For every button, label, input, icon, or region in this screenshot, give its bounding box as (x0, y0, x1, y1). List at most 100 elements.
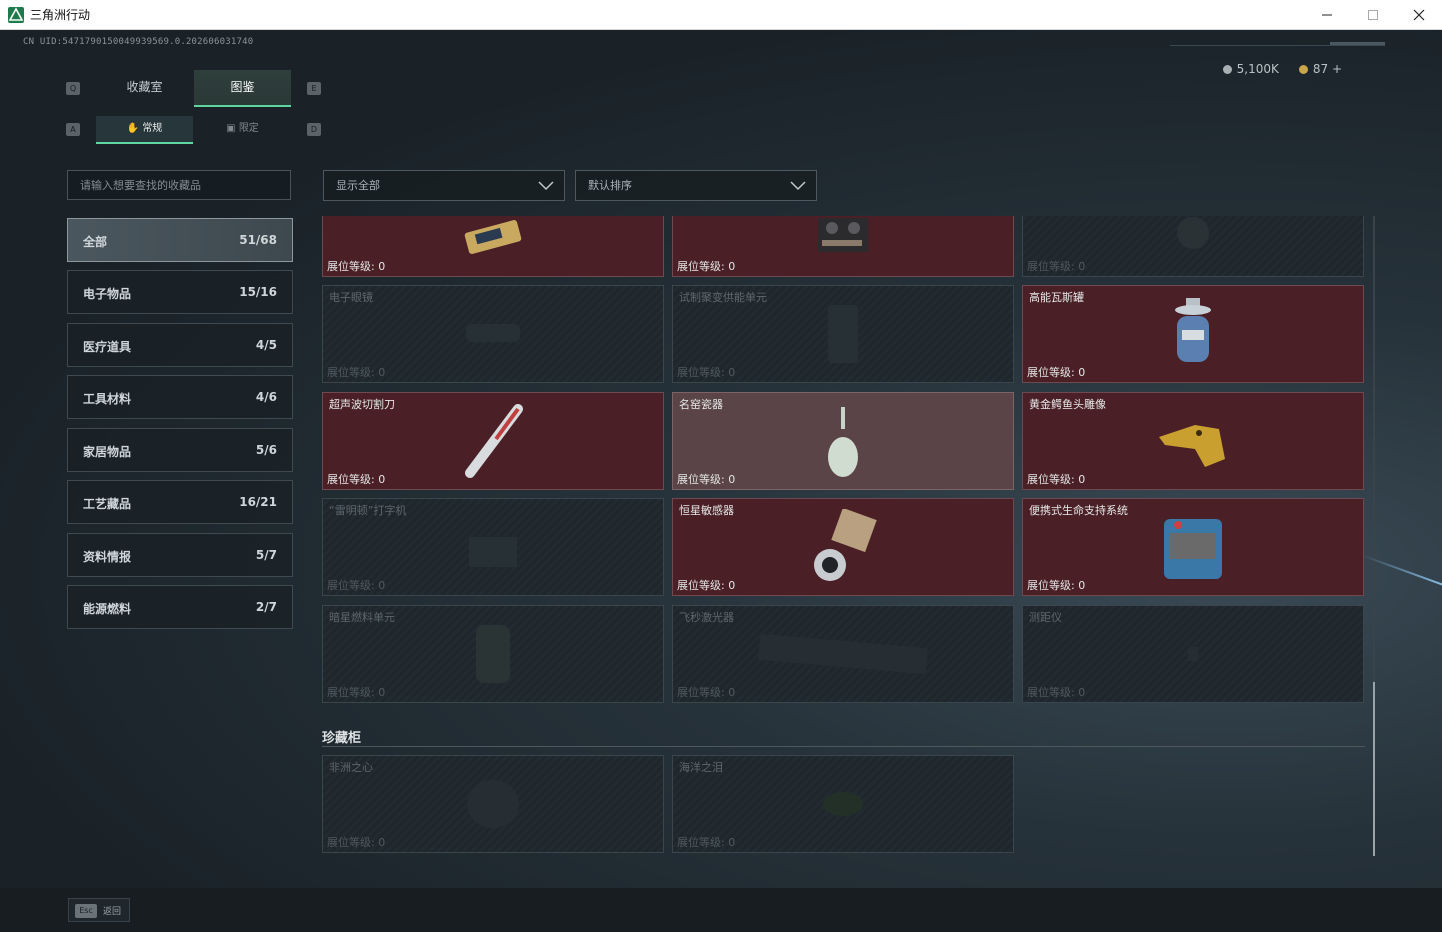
tab-limited[interactable]: ▣ 限定 (194, 116, 291, 142)
ultrasonic-knife-icon (465, 404, 523, 478)
diamond-icon (467, 780, 519, 828)
back-label: 返回 (103, 907, 122, 917)
item-card[interactable]: 测距仪 展位等级: 0 (1022, 605, 1364, 703)
item-level: 展位等级: 0 (1027, 579, 1086, 592)
item-level: 展位等级: 0 (327, 579, 386, 592)
close-button[interactable] (1396, 0, 1442, 30)
item-card[interactable]: 展位等级: 0 (1022, 216, 1364, 277)
key-hint-d: D (307, 123, 321, 136)
key-hint-e: E (307, 82, 321, 95)
item-card[interactable]: 超声波切割刀 展位等级: 0 (322, 392, 664, 490)
search-input[interactable]: 请输入想要查找的收藏品 (67, 170, 291, 200)
player-uid: CN UID:5471790150049939569.0.20260603174… (23, 37, 254, 47)
esc-key-icon: Esc (75, 904, 97, 918)
category-crafts[interactable]: 工艺藏品 16/21 (67, 480, 293, 524)
item-level: 展位等级: 0 (1027, 473, 1086, 486)
key-hint-q: Q (66, 82, 80, 95)
category-fuel[interactable]: 能源燃料 2/7 (67, 585, 293, 629)
chevron-down-icon (538, 181, 554, 191)
category-name: 电子物品 (83, 287, 132, 301)
category-medical[interactable]: 医疗道具 4/5 (67, 323, 293, 367)
item-card[interactable]: 恒星敏感器 展位等级: 0 (672, 498, 1014, 596)
item-level: 展位等级: 0 (327, 260, 386, 273)
item-card[interactable]: 展位等级: 0 (672, 216, 1014, 277)
item-name: 暗星燃料单元 (329, 611, 395, 624)
category-all[interactable]: 全部 51/68 (67, 218, 293, 262)
category-count: 16/21 (239, 495, 277, 509)
item-card[interactable]: 暗星燃料单元 展位等级: 0 (322, 605, 664, 703)
item-card[interactable]: 展位等级: 0 (322, 216, 664, 277)
item-level: 展位等级: 0 (677, 260, 736, 273)
header-divider (1170, 45, 1385, 46)
category-count: 2/7 (255, 600, 277, 614)
maximize-button[interactable] (1350, 0, 1396, 30)
tab-limited-label: 限定 (238, 123, 259, 134)
category-tools[interactable]: 工具材料 4/6 (67, 375, 293, 419)
category-count: 15/16 (239, 285, 277, 299)
item-card[interactable]: 名窑瓷器 展位等级: 0 (672, 392, 1014, 490)
sort-dropdown[interactable]: 默认排序 (575, 170, 817, 201)
section-divider (322, 746, 1365, 747)
window-title: 三角洲行动 (30, 8, 91, 22)
item-level: 展位等级: 0 (1027, 366, 1086, 379)
tab-regular-label: 常规 (142, 123, 163, 134)
silver-coin-icon (1222, 65, 1232, 74)
tab-catalog[interactable]: 图鉴 (194, 70, 291, 107)
category-count: 5/7 (255, 548, 277, 562)
category-intel[interactable]: 资料情报 5/7 (67, 533, 293, 577)
bottom-bar (0, 888, 1442, 932)
tab-collection-room[interactable]: 收藏室 (96, 70, 193, 105)
coins-value: 5,100K (1236, 62, 1279, 76)
item-level: 展位等级: 0 (1027, 686, 1086, 699)
item-name: “雷明顿”打字机 (329, 504, 407, 517)
category-count: 4/6 (255, 390, 277, 404)
category-count: 4/5 (255, 338, 277, 352)
item-name: 电子眼镜 (329, 291, 373, 304)
item-level: 展位等级: 0 (327, 836, 386, 849)
scrollbar-thumb[interactable] (1373, 682, 1375, 856)
item-card[interactable]: 飞秒激光器 展位等级: 0 (672, 605, 1014, 703)
category-name: 工艺藏品 (83, 497, 132, 511)
item-card[interactable]: 电子眼镜 展位等级: 0 (322, 285, 664, 383)
item-card[interactable]: 便携式生命支持系统 展位等级: 0 (1022, 498, 1364, 596)
app-content: CN UID:5471790150049939569.0.20260603174… (0, 30, 1442, 932)
chevron-down-icon (790, 181, 806, 191)
item-card[interactable]: 黄金鳄鱼头雕像 展位等级: 0 (1022, 392, 1364, 490)
item-card[interactable]: “雷明顿”打字机 展位等级: 0 (322, 498, 664, 596)
gem-icon (823, 792, 863, 816)
gas-tank-icon (1175, 298, 1211, 362)
main-tabs: 收藏室 图鉴 (96, 70, 292, 107)
minimize-button[interactable] (1304, 0, 1350, 30)
treasure-card[interactable]: 海洋之泪 展位等级: 0 (672, 755, 1014, 853)
item-level: 展位等级: 0 (677, 473, 736, 486)
tape-recorder-icon (818, 217, 868, 252)
item-level: 展位等级: 0 (327, 366, 386, 379)
item-name: 飞秒激光器 (679, 611, 734, 624)
currency-bar: 5,100K 87 + (1222, 62, 1342, 76)
item-name: 非洲之心 (329, 761, 373, 774)
star-sensor-icon (814, 509, 877, 581)
item-name: 海洋之泪 (679, 761, 723, 774)
life-support-icon (1164, 519, 1222, 579)
rangefinder-icon (1188, 647, 1198, 661)
category-electronics[interactable]: 电子物品 15/16 (67, 270, 293, 314)
category-name: 医疗道具 (83, 340, 132, 354)
item-level: 展位等级: 0 (677, 686, 736, 699)
back-button[interactable]: Esc 返回 (68, 898, 130, 922)
gold-coin-icon (1298, 65, 1308, 74)
item-name: 试制聚变供能单元 (679, 291, 767, 304)
laser-icon (758, 633, 928, 675)
category-household[interactable]: 家居物品 5/6 (67, 428, 293, 472)
filter-dropdown[interactable]: 显示全部 (323, 170, 565, 201)
item-level: 展位等级: 0 (327, 473, 386, 486)
fusion-cell-icon (828, 305, 858, 363)
item-card[interactable]: 试制聚变供能单元 展位等级: 0 (672, 285, 1014, 383)
item-card[interactable]: 高能瓦斯罐 展位等级: 0 (1022, 285, 1364, 383)
tab-regular[interactable]: ✋ 常规 (96, 116, 193, 144)
hand-icon: ✋ (126, 123, 143, 134)
currency-premium[interactable]: 87 + (1298, 62, 1342, 76)
electronic-module-icon (464, 219, 522, 254)
header-accent (1330, 42, 1385, 45)
typewriter-icon (469, 537, 517, 567)
treasure-card[interactable]: 非洲之心 展位等级: 0 (322, 755, 664, 853)
